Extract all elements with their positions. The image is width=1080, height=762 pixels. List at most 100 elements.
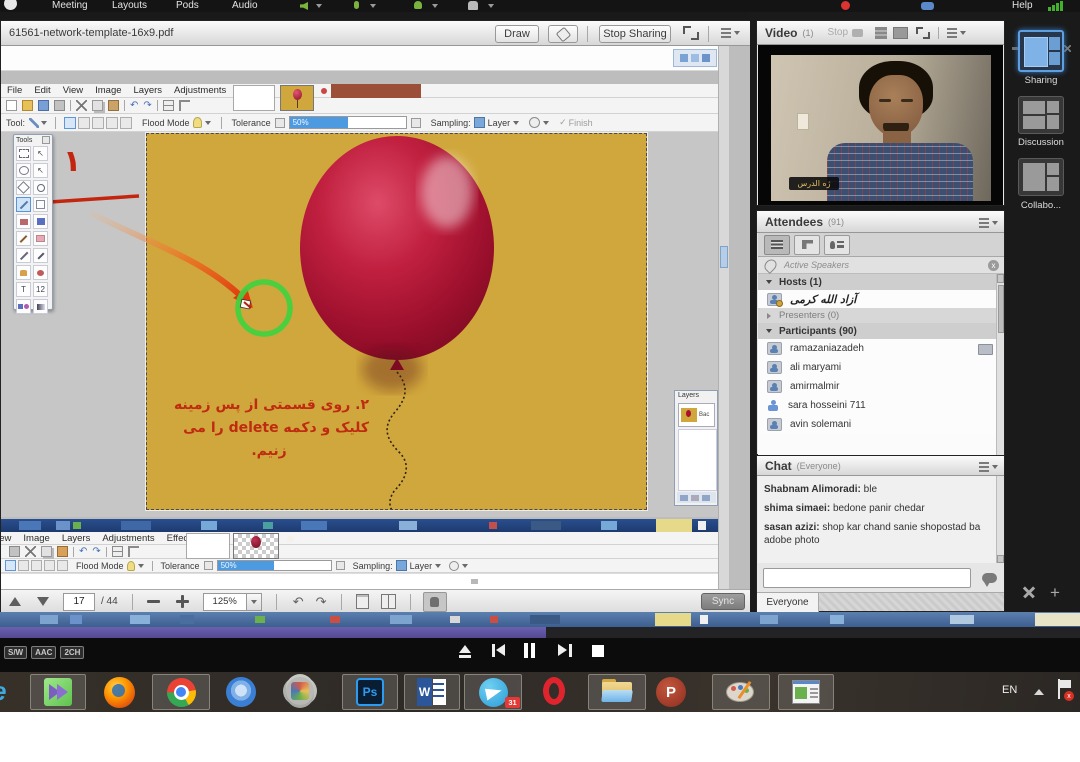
taskbar-explorer-icon[interactable] xyxy=(588,674,646,710)
host-row[interactable]: آزاد الله کرمی xyxy=(758,290,996,309)
menu-layouts[interactable]: Layouts xyxy=(112,0,147,11)
print-icon xyxy=(54,100,65,111)
participant-row[interactable]: sara hosseini 711 xyxy=(758,396,996,416)
zoom-tool-icon xyxy=(33,180,48,195)
next-page-icon[interactable] xyxy=(37,597,49,606)
layout-discussion-button[interactable] xyxy=(1018,96,1064,134)
filmstrip-view-icon[interactable] xyxy=(893,27,908,39)
fullscreen-icon[interactable] xyxy=(683,26,699,40)
participants-section-header[interactable]: Participants (90) xyxy=(758,323,996,340)
taskbar-paint-icon[interactable] xyxy=(712,674,770,710)
eject-button[interactable] xyxy=(457,644,473,660)
status-person-icon[interactable] xyxy=(414,1,422,9)
zoom-dropdown-icon[interactable] xyxy=(247,593,262,611)
participant-row[interactable]: ali maryami xyxy=(758,358,996,378)
raise-hand-dropdown-icon[interactable] xyxy=(488,4,494,8)
language-indicator[interactable]: EN xyxy=(1002,684,1017,696)
player-seekbar[interactable] xyxy=(0,627,1080,638)
taskbar-photoshop-icon[interactable]: Ps xyxy=(342,674,398,710)
close-pod-icon[interactable] xyxy=(1022,585,1036,599)
layout-bar-close-icon[interactable] xyxy=(1064,45,1071,52)
hand-tool-button[interactable] xyxy=(423,592,447,612)
taskbar-firefox-icon[interactable] xyxy=(104,677,138,709)
zoom-out-icon[interactable] xyxy=(147,600,160,603)
attendees-pod-menu-icon[interactable] xyxy=(979,218,998,228)
taskbar-opera-icon[interactable] xyxy=(536,676,572,710)
hosts-header-label: Hosts (1) xyxy=(779,277,822,288)
chat-scrollbar[interactable] xyxy=(996,476,1004,563)
action-center-flag-icon[interactable]: x xyxy=(1056,679,1074,703)
two-page-icon[interactable] xyxy=(381,594,396,609)
sync-button[interactable]: Sync xyxy=(701,593,745,610)
save-icon xyxy=(38,100,49,111)
taskbar-word-icon[interactable]: W xyxy=(404,674,460,710)
chat-send-button[interactable] xyxy=(977,568,1001,588)
taskbar-gallery-icon[interactable] xyxy=(778,674,834,710)
add-pod-icon[interactable]: + xyxy=(1050,583,1060,603)
rotate-left-icon[interactable]: ↶ xyxy=(293,594,304,610)
attendees-scrollbar-thumb[interactable] xyxy=(998,285,1004,333)
microphone-dropdown-icon[interactable] xyxy=(370,4,376,8)
taskbar-chromium-icon[interactable] xyxy=(226,677,260,709)
menu-help[interactable]: Help xyxy=(1012,0,1033,11)
breakout-view-button[interactable] xyxy=(794,235,820,255)
raise-hand-icon[interactable] xyxy=(468,1,478,10)
page-number-input[interactable]: 17 xyxy=(63,593,95,611)
zoom-level-select[interactable]: 125% xyxy=(203,593,247,611)
layout-collaboration-button[interactable] xyxy=(1018,158,1064,196)
pause-button[interactable] xyxy=(524,643,538,658)
taskbar-ie-icon[interactable]: e xyxy=(0,676,18,708)
presenters-section-header[interactable]: Presenters (0) xyxy=(758,308,996,324)
pdf-scrollbar[interactable] xyxy=(718,46,729,589)
chat-pod-menu-icon[interactable] xyxy=(979,462,998,472)
taskbar-psiphon-icon[interactable]: P xyxy=(656,677,692,709)
draw-button[interactable]: Draw xyxy=(495,25,539,43)
pdf-scrollbar-thumb[interactable] xyxy=(720,246,728,268)
participant-row[interactable]: avin solemani xyxy=(758,415,996,435)
chat-pod: Chat (Everyone) Shabnam Alimoradi: ble s… xyxy=(756,455,1005,612)
stop-sharing-button[interactable]: Stop Sharing xyxy=(599,25,671,43)
participant-row[interactable]: amirmalmir xyxy=(758,377,996,397)
redo-icon: ↷ xyxy=(92,546,100,557)
stop-button[interactable] xyxy=(592,645,604,657)
connection-signal-icon[interactable] xyxy=(1048,1,1063,11)
menu-meeting[interactable]: Meeting xyxy=(52,0,88,11)
previous-button[interactable] xyxy=(491,644,507,658)
tray-expand-icon[interactable] xyxy=(1034,689,1044,695)
menu-pods[interactable]: Pods xyxy=(176,0,199,11)
speaker-icon[interactable] xyxy=(300,2,308,10)
share-pod-menu-icon[interactable] xyxy=(721,28,740,38)
participant-hover-icon[interactable] xyxy=(978,344,993,355)
stop-webcam-button[interactable]: Stop xyxy=(827,27,848,38)
status-view-button[interactable] xyxy=(824,235,850,255)
phone-icon[interactable] xyxy=(921,2,934,10)
taskbar-chrome-icon[interactable] xyxy=(152,674,210,710)
chat-tab-everyone[interactable]: Everyone xyxy=(757,593,819,612)
single-page-icon[interactable] xyxy=(356,594,369,609)
video-pod-menu-icon[interactable] xyxy=(947,28,966,38)
list-view-button[interactable] xyxy=(764,235,790,255)
active-speakers-close-icon[interactable]: x xyxy=(988,260,999,271)
next-button[interactable] xyxy=(557,644,573,658)
previous-page-icon[interactable] xyxy=(9,597,21,606)
status-dropdown-icon[interactable] xyxy=(432,4,438,8)
attendees-scrollbar[interactable] xyxy=(996,274,1004,455)
chat-tab-bar: Everyone xyxy=(757,592,1004,611)
pointer-tool-button[interactable] xyxy=(548,25,578,43)
grid-view-icon[interactable] xyxy=(875,27,887,39)
video-fullscreen-icon[interactable] xyxy=(916,27,930,39)
taskbar-kmplayer-icon[interactable] xyxy=(30,674,86,710)
undo-icon: ↶ xyxy=(79,546,87,557)
menu-audio[interactable]: Audio xyxy=(232,0,258,11)
divider xyxy=(708,26,709,42)
layout-sharing-button[interactable] xyxy=(1018,30,1064,72)
rotate-right-icon[interactable]: ↷ xyxy=(316,594,327,610)
hosts-section-header[interactable]: Hosts (1) xyxy=(758,274,996,291)
zoom-in-icon[interactable] xyxy=(176,595,189,608)
taskbar-telegram-icon[interactable]: 31 xyxy=(464,674,522,710)
chat-input[interactable] xyxy=(763,568,971,588)
speaker-dropdown-icon[interactable] xyxy=(316,4,322,8)
participant-row[interactable]: ramazaniazadeh xyxy=(758,339,996,359)
microphone-icon[interactable] xyxy=(354,1,359,9)
taskbar-photo-tool-icon[interactable] xyxy=(286,677,322,709)
